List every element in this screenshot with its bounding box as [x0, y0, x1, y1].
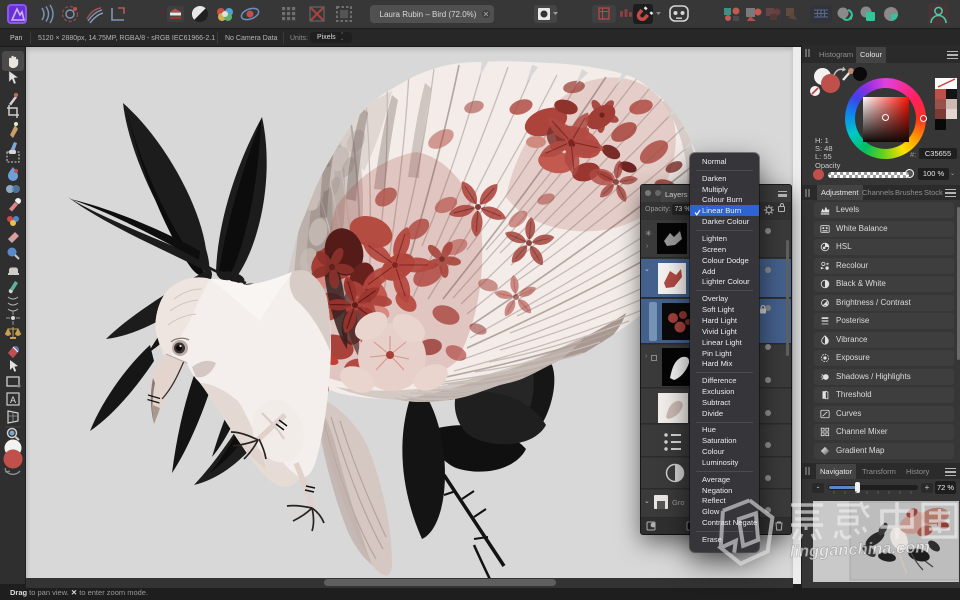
svg-text:A: A: [10, 395, 16, 405]
svg-text:Laura Rubin – Bird (72.0%): Laura Rubin – Bird (72.0%): [380, 10, 477, 19]
